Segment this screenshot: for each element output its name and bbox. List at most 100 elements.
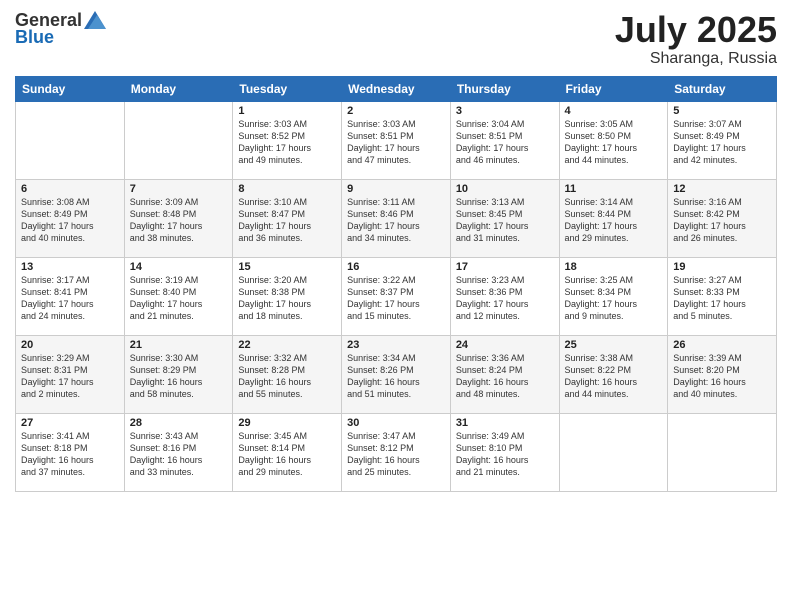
calendar-cell (124, 101, 233, 179)
day-info: Sunrise: 3:39 AM Sunset: 8:20 PM Dayligh… (673, 352, 771, 401)
day-number: 24 (456, 339, 554, 351)
day-info: Sunrise: 3:03 AM Sunset: 8:51 PM Dayligh… (347, 118, 445, 167)
day-info: Sunrise: 3:11 AM Sunset: 8:46 PM Dayligh… (347, 196, 445, 245)
calendar-cell: 29Sunrise: 3:45 AM Sunset: 8:14 PM Dayli… (233, 413, 342, 491)
day-info: Sunrise: 3:32 AM Sunset: 8:28 PM Dayligh… (238, 352, 336, 401)
day-number: 2 (347, 105, 445, 117)
calendar-cell: 12Sunrise: 3:16 AM Sunset: 8:42 PM Dayli… (668, 179, 777, 257)
day-number: 28 (130, 417, 228, 429)
calendar-cell: 6Sunrise: 3:08 AM Sunset: 8:49 PM Daylig… (16, 179, 125, 257)
day-info: Sunrise: 3:05 AM Sunset: 8:50 PM Dayligh… (565, 118, 663, 167)
week-row-3: 20Sunrise: 3:29 AM Sunset: 8:31 PM Dayli… (16, 335, 777, 413)
calendar-cell: 28Sunrise: 3:43 AM Sunset: 8:16 PM Dayli… (124, 413, 233, 491)
calendar-cell: 15Sunrise: 3:20 AM Sunset: 8:38 PM Dayli… (233, 257, 342, 335)
calendar-cell: 18Sunrise: 3:25 AM Sunset: 8:34 PM Dayli… (559, 257, 668, 335)
day-number: 16 (347, 261, 445, 273)
day-info: Sunrise: 3:47 AM Sunset: 8:12 PM Dayligh… (347, 430, 445, 479)
day-number: 15 (238, 261, 336, 273)
day-info: Sunrise: 3:16 AM Sunset: 8:42 PM Dayligh… (673, 196, 771, 245)
day-number: 31 (456, 417, 554, 429)
day-info: Sunrise: 3:20 AM Sunset: 8:38 PM Dayligh… (238, 274, 336, 323)
day-info: Sunrise: 3:49 AM Sunset: 8:10 PM Dayligh… (456, 430, 554, 479)
day-info: Sunrise: 3:04 AM Sunset: 8:51 PM Dayligh… (456, 118, 554, 167)
calendar-cell: 19Sunrise: 3:27 AM Sunset: 8:33 PM Dayli… (668, 257, 777, 335)
day-number: 9 (347, 183, 445, 195)
day-number: 30 (347, 417, 445, 429)
calendar-cell: 5Sunrise: 3:07 AM Sunset: 8:49 PM Daylig… (668, 101, 777, 179)
day-number: 10 (456, 183, 554, 195)
header-row: Sunday Monday Tuesday Wednesday Thursday… (16, 76, 777, 101)
day-info: Sunrise: 3:22 AM Sunset: 8:37 PM Dayligh… (347, 274, 445, 323)
calendar-cell: 26Sunrise: 3:39 AM Sunset: 8:20 PM Dayli… (668, 335, 777, 413)
day-number: 20 (21, 339, 119, 351)
title-block: July 2025 Sharanga, Russia (615, 10, 777, 68)
day-number: 25 (565, 339, 663, 351)
week-row-1: 6Sunrise: 3:08 AM Sunset: 8:49 PM Daylig… (16, 179, 777, 257)
day-number: 6 (21, 183, 119, 195)
logo-icon (84, 11, 106, 29)
day-info: Sunrise: 3:30 AM Sunset: 8:29 PM Dayligh… (130, 352, 228, 401)
day-number: 26 (673, 339, 771, 351)
calendar-cell: 4Sunrise: 3:05 AM Sunset: 8:50 PM Daylig… (559, 101, 668, 179)
calendar-cell: 24Sunrise: 3:36 AM Sunset: 8:24 PM Dayli… (450, 335, 559, 413)
calendar-cell: 10Sunrise: 3:13 AM Sunset: 8:45 PM Dayli… (450, 179, 559, 257)
calendar-cell: 22Sunrise: 3:32 AM Sunset: 8:28 PM Dayli… (233, 335, 342, 413)
col-monday: Monday (124, 76, 233, 101)
day-info: Sunrise: 3:38 AM Sunset: 8:22 PM Dayligh… (565, 352, 663, 401)
day-info: Sunrise: 3:09 AM Sunset: 8:48 PM Dayligh… (130, 196, 228, 245)
calendar: Sunday Monday Tuesday Wednesday Thursday… (15, 76, 777, 492)
calendar-cell: 13Sunrise: 3:17 AM Sunset: 8:41 PM Dayli… (16, 257, 125, 335)
day-number: 5 (673, 105, 771, 117)
day-number: 7 (130, 183, 228, 195)
day-number: 8 (238, 183, 336, 195)
day-info: Sunrise: 3:25 AM Sunset: 8:34 PM Dayligh… (565, 274, 663, 323)
col-friday: Friday (559, 76, 668, 101)
day-number: 19 (673, 261, 771, 273)
page: General Blue July 2025 Sharanga, Russia … (0, 0, 792, 612)
day-number: 14 (130, 261, 228, 273)
col-sunday: Sunday (16, 76, 125, 101)
col-thursday: Thursday (450, 76, 559, 101)
calendar-cell: 9Sunrise: 3:11 AM Sunset: 8:46 PM Daylig… (342, 179, 451, 257)
col-wednesday: Wednesday (342, 76, 451, 101)
day-info: Sunrise: 3:08 AM Sunset: 8:49 PM Dayligh… (21, 196, 119, 245)
day-number: 27 (21, 417, 119, 429)
day-number: 4 (565, 105, 663, 117)
day-number: 13 (21, 261, 119, 273)
calendar-cell: 14Sunrise: 3:19 AM Sunset: 8:40 PM Dayli… (124, 257, 233, 335)
day-number: 3 (456, 105, 554, 117)
day-info: Sunrise: 3:14 AM Sunset: 8:44 PM Dayligh… (565, 196, 663, 245)
day-number: 11 (565, 183, 663, 195)
week-row-0: 1Sunrise: 3:03 AM Sunset: 8:52 PM Daylig… (16, 101, 777, 179)
calendar-cell (559, 413, 668, 491)
logo-blue: Blue (15, 27, 54, 48)
day-info: Sunrise: 3:43 AM Sunset: 8:16 PM Dayligh… (130, 430, 228, 479)
calendar-cell: 16Sunrise: 3:22 AM Sunset: 8:37 PM Dayli… (342, 257, 451, 335)
calendar-cell: 7Sunrise: 3:09 AM Sunset: 8:48 PM Daylig… (124, 179, 233, 257)
calendar-cell: 1Sunrise: 3:03 AM Sunset: 8:52 PM Daylig… (233, 101, 342, 179)
day-info: Sunrise: 3:10 AM Sunset: 8:47 PM Dayligh… (238, 196, 336, 245)
calendar-cell: 25Sunrise: 3:38 AM Sunset: 8:22 PM Dayli… (559, 335, 668, 413)
day-info: Sunrise: 3:41 AM Sunset: 8:18 PM Dayligh… (21, 430, 119, 479)
day-number: 18 (565, 261, 663, 273)
calendar-cell: 23Sunrise: 3:34 AM Sunset: 8:26 PM Dayli… (342, 335, 451, 413)
week-row-4: 27Sunrise: 3:41 AM Sunset: 8:18 PM Dayli… (16, 413, 777, 491)
calendar-cell: 3Sunrise: 3:04 AM Sunset: 8:51 PM Daylig… (450, 101, 559, 179)
calendar-cell (16, 101, 125, 179)
header: General Blue July 2025 Sharanga, Russia (15, 10, 777, 68)
day-info: Sunrise: 3:23 AM Sunset: 8:36 PM Dayligh… (456, 274, 554, 323)
calendar-cell: 11Sunrise: 3:14 AM Sunset: 8:44 PM Dayli… (559, 179, 668, 257)
logo: General Blue (15, 10, 106, 48)
day-info: Sunrise: 3:27 AM Sunset: 8:33 PM Dayligh… (673, 274, 771, 323)
calendar-cell: 27Sunrise: 3:41 AM Sunset: 8:18 PM Dayli… (16, 413, 125, 491)
day-number: 22 (238, 339, 336, 351)
calendar-cell: 17Sunrise: 3:23 AM Sunset: 8:36 PM Dayli… (450, 257, 559, 335)
day-info: Sunrise: 3:13 AM Sunset: 8:45 PM Dayligh… (456, 196, 554, 245)
day-info: Sunrise: 3:19 AM Sunset: 8:40 PM Dayligh… (130, 274, 228, 323)
month-title: July 2025 (615, 10, 777, 50)
calendar-cell: 8Sunrise: 3:10 AM Sunset: 8:47 PM Daylig… (233, 179, 342, 257)
day-number: 1 (238, 105, 336, 117)
calendar-cell: 31Sunrise: 3:49 AM Sunset: 8:10 PM Dayli… (450, 413, 559, 491)
calendar-cell (668, 413, 777, 491)
calendar-cell: 20Sunrise: 3:29 AM Sunset: 8:31 PM Dayli… (16, 335, 125, 413)
